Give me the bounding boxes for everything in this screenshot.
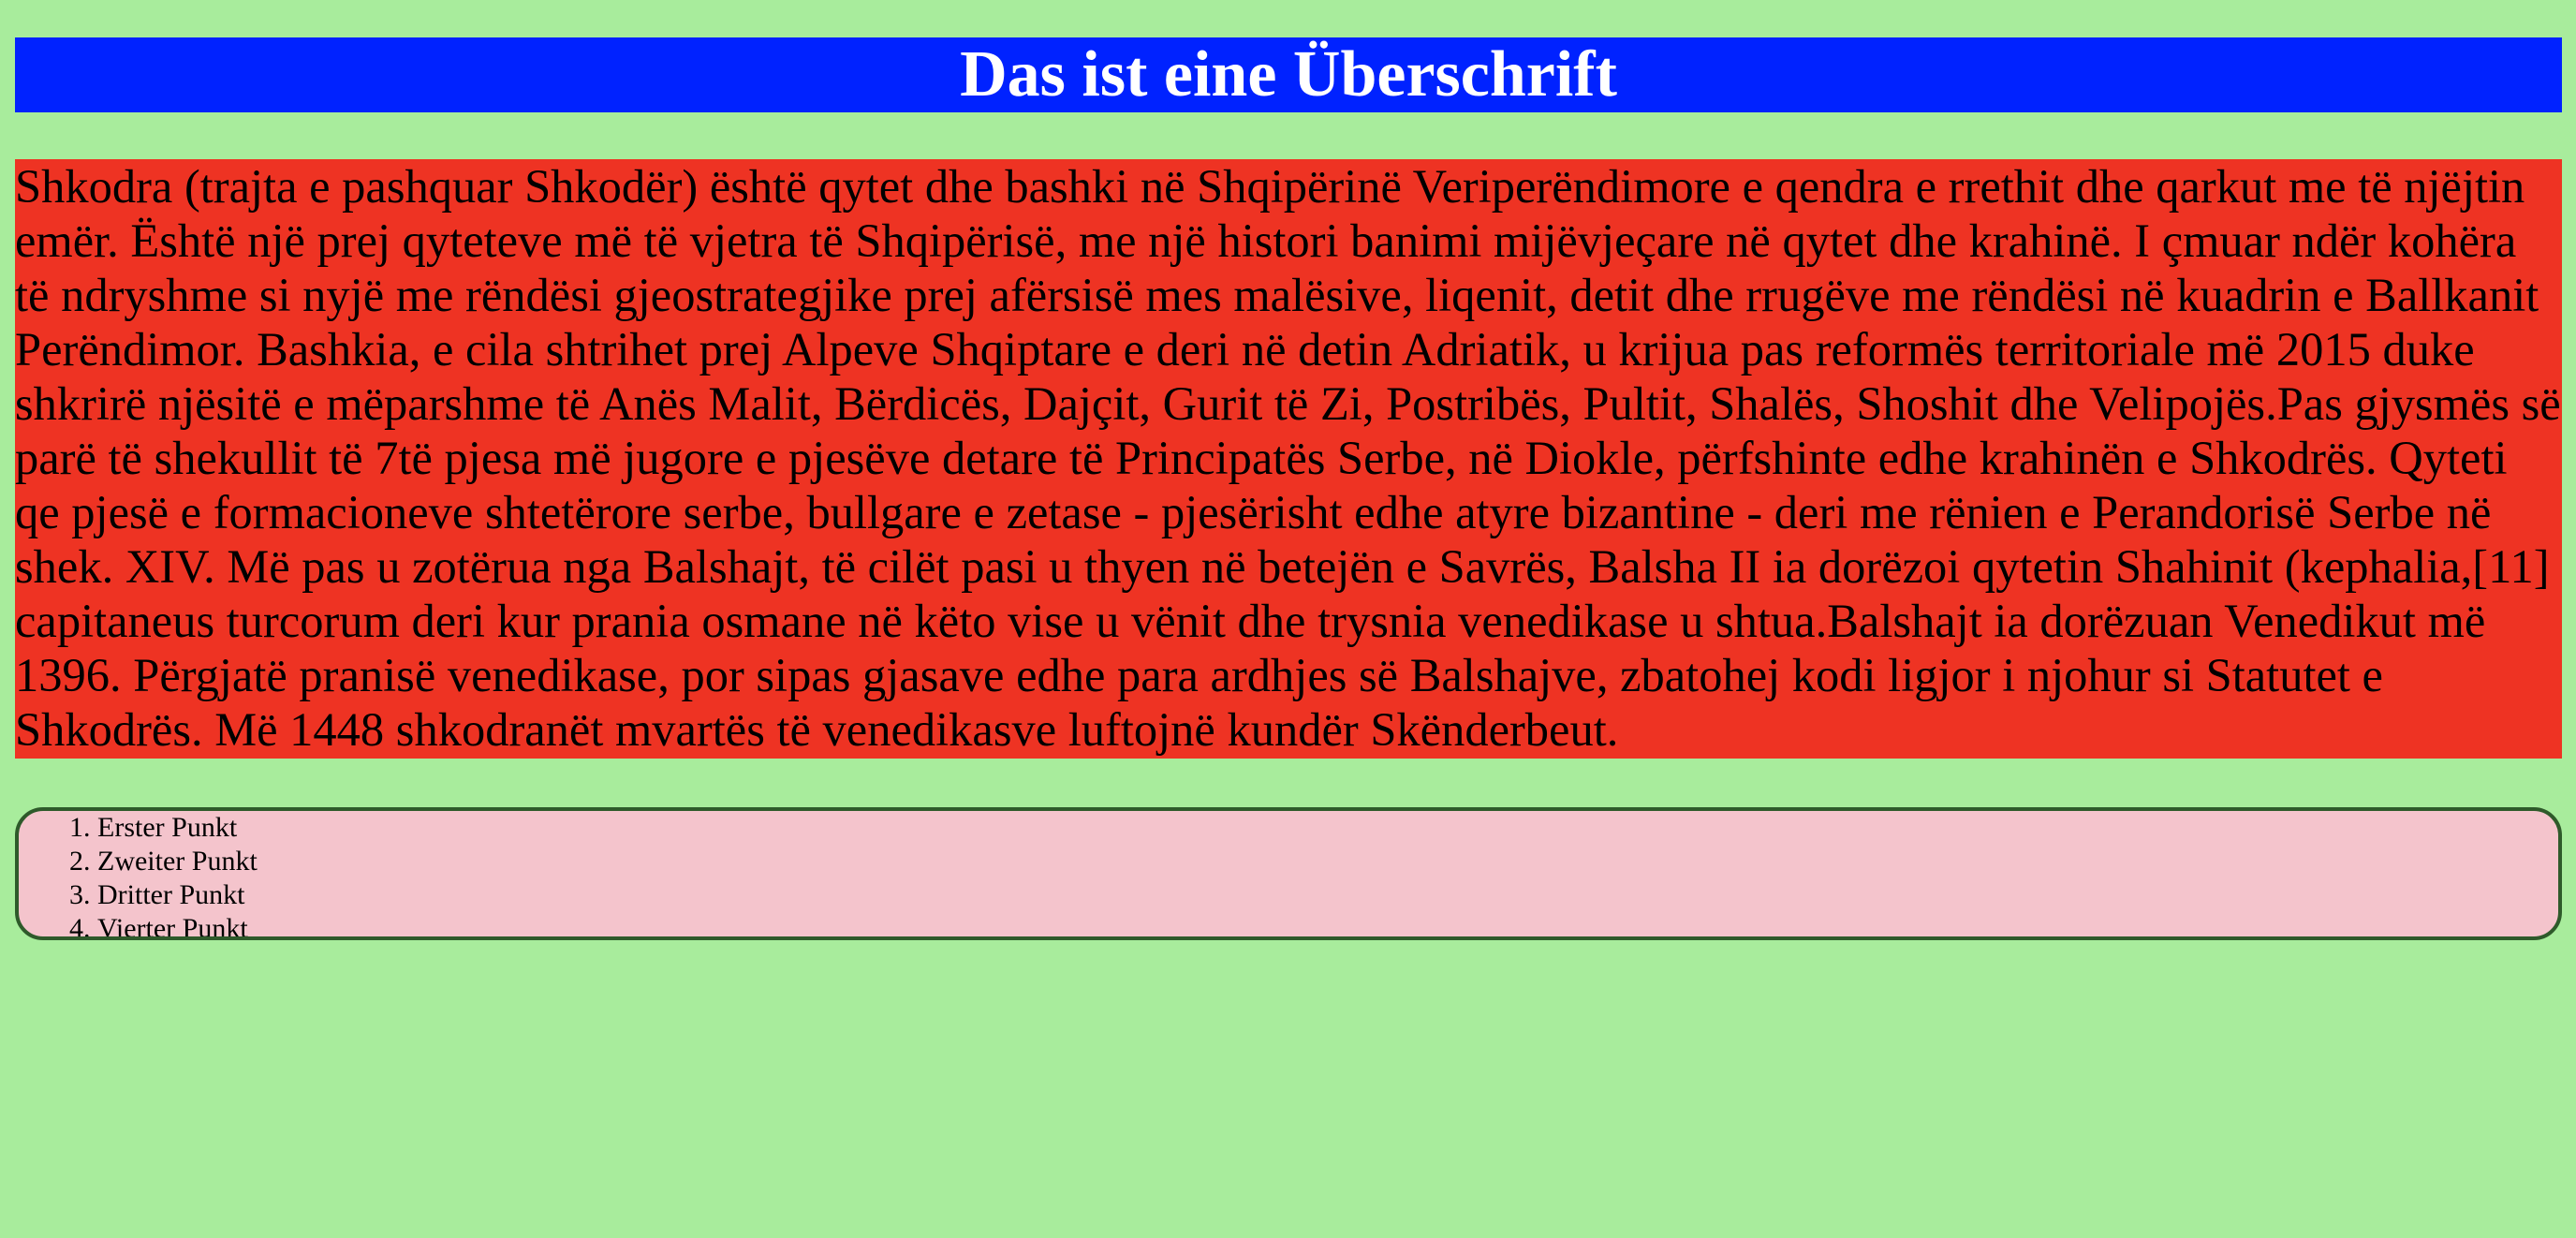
list-item: Vierter Punkt (97, 912, 2558, 936)
ordered-list-box: Erster Punkt Zweiter Punkt Dritter Punkt… (15, 807, 2562, 940)
body-paragraph: Shkodra (trajta e pashquar Shkodër) ësht… (15, 159, 2562, 759)
list-item: Dritter Punkt (97, 878, 2558, 912)
page-title: Das ist eine Überschrift (15, 37, 2562, 112)
page-content: Das ist eine Überschrift Shkodra (trajta… (15, 37, 2562, 940)
list-item: Zweiter Punkt (97, 845, 2558, 878)
list-item: Erster Punkt (97, 811, 2558, 845)
ordered-list: Erster Punkt Zweiter Punkt Dritter Punkt… (19, 811, 2558, 936)
